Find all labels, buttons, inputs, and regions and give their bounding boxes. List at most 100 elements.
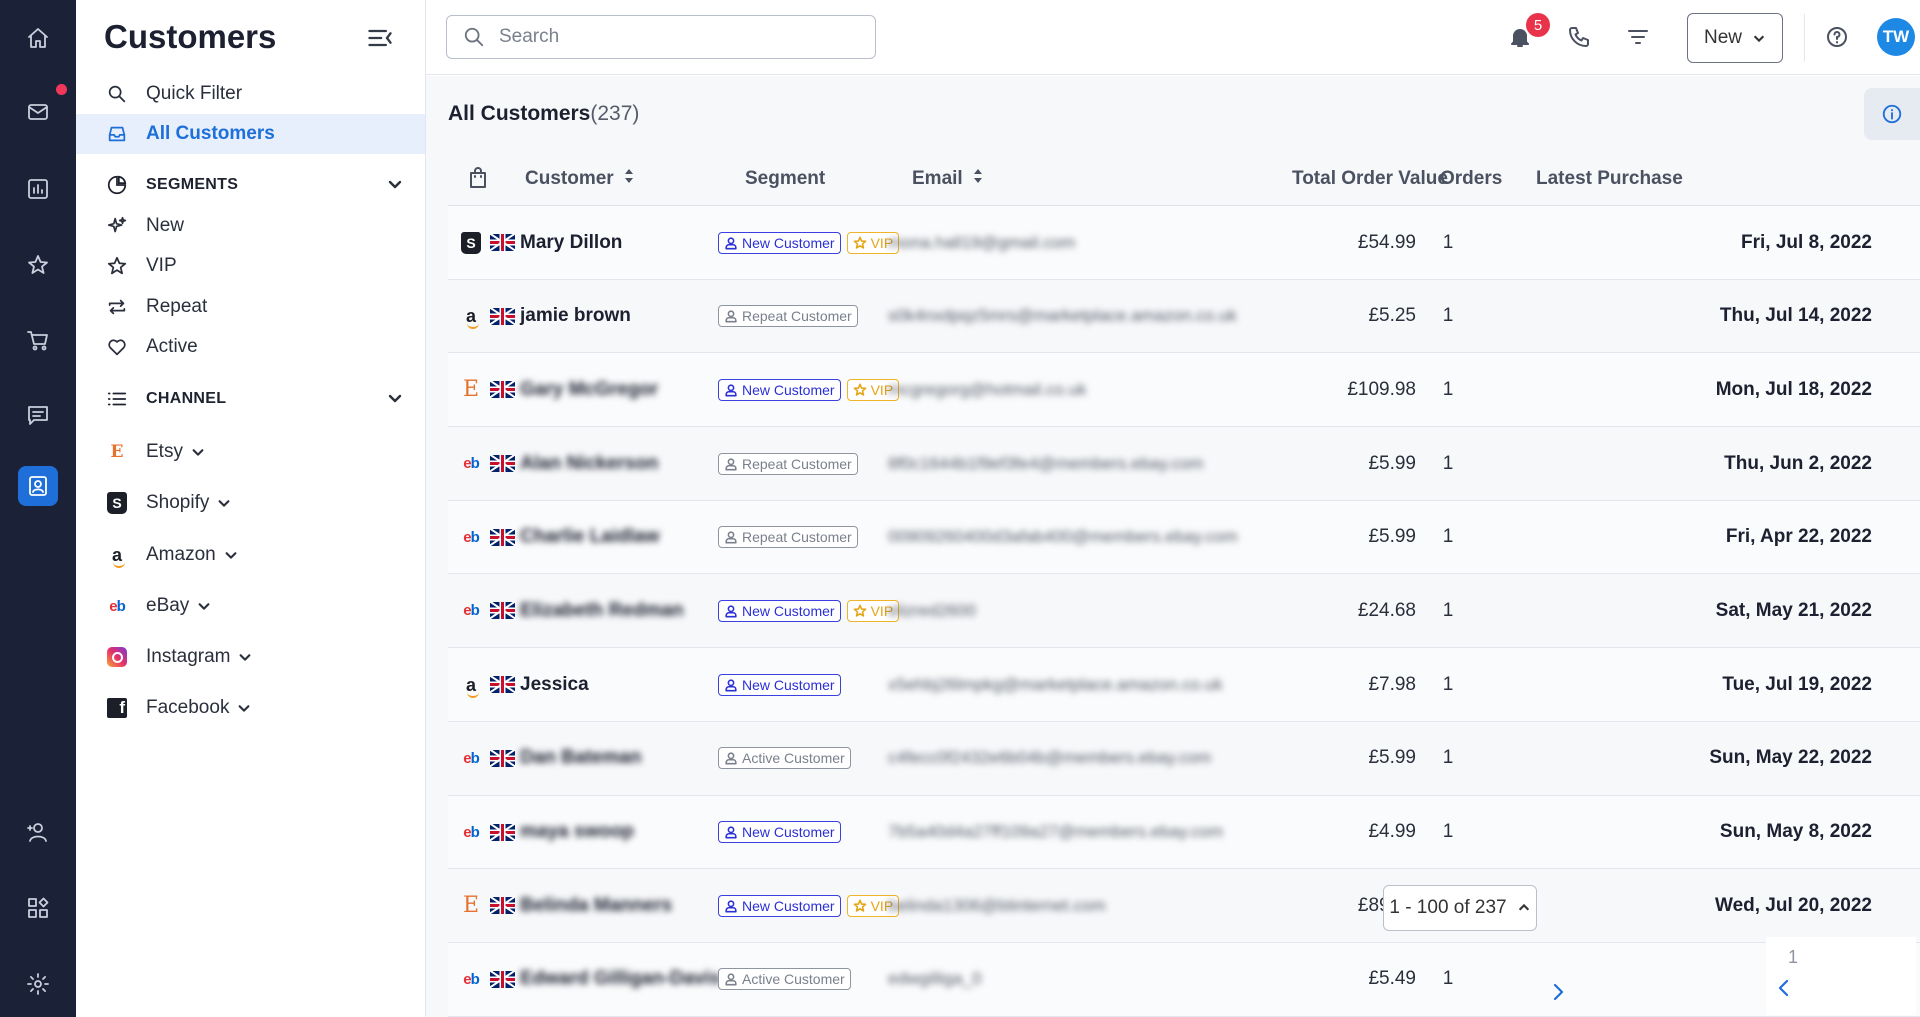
- customer-name[interactable]: Elizabeth Redman: [520, 574, 684, 647]
- latest-purchase: Fri, Apr 22, 2022: [1725, 526, 1872, 548]
- favorites-button[interactable]: [18, 245, 58, 285]
- row-channel: E: [460, 869, 482, 942]
- sort-icon: [973, 169, 982, 183]
- search-input[interactable]: [499, 26, 859, 48]
- notification-dot: [56, 84, 67, 95]
- mail-button[interactable]: [18, 92, 58, 132]
- channel-item-shopify[interactable]: S Shopify: [76, 483, 425, 523]
- total-order-value: £54.99: [1357, 231, 1416, 253]
- filter-button[interactable]: [1621, 20, 1655, 54]
- home-button[interactable]: [18, 18, 58, 58]
- info-button[interactable]: [1864, 88, 1920, 140]
- customer-email: 00909260400d3afab400@members.ebay.com: [888, 527, 1238, 547]
- uk-flag-icon: [490, 602, 515, 620]
- customer-name[interactable]: Mary Dillon: [520, 206, 622, 279]
- channel-label: Etsy: [146, 441, 183, 462]
- orders-button[interactable]: [18, 320, 58, 360]
- settings-icon: [27, 973, 49, 995]
- segment-tag: New Customer: [718, 599, 841, 622]
- previous-page-button[interactable]: [1774, 973, 1794, 1003]
- table-row[interactable]: eb Alan Nickerson Repeat Customer 8f0c1644b…: [448, 427, 1920, 501]
- table-row[interactable]: eb Charlie Laidlaw Repeat Customer 00909260…: [448, 500, 1920, 575]
- row-segment: New Customer: [718, 796, 841, 869]
- row-country: [490, 943, 515, 1016]
- user-avatar[interactable]: TW: [1877, 18, 1915, 56]
- apps-button[interactable]: [18, 888, 58, 928]
- table-row[interactable]: E Belinda Manners New Customer VIP belinda13…: [448, 869, 1920, 943]
- mail-icon: [28, 104, 48, 120]
- search-box[interactable]: [446, 15, 876, 59]
- next-page-button[interactable]: [1548, 977, 1568, 1007]
- channel-item-etsy[interactable]: E Etsy: [76, 432, 425, 472]
- sidebar-item-segment-vip[interactable]: VIP: [76, 246, 425, 286]
- row-country: [490, 722, 515, 795]
- row-country: [490, 280, 515, 353]
- table-row[interactable]: E Gary McGregor New Customer VIP mcgregorg@h…: [448, 353, 1920, 428]
- sidebar-item-segment-active[interactable]: Active: [76, 327, 425, 367]
- customer-name[interactable]: Jessica: [520, 648, 589, 721]
- column-header-email[interactable]: Email: [912, 168, 983, 190]
- settings-button[interactable]: [18, 964, 58, 1004]
- customer-email: 7b5a40d4a27ff109a27@members.ebay.com: [888, 822, 1224, 841]
- table-row[interactable]: eb Edward Gilligan-Davis Active Customer ed…: [448, 942, 1920, 1017]
- channel-item-ebay[interactable]: eb eBay: [76, 586, 425, 626]
- user-icon: [725, 752, 737, 765]
- help-button[interactable]: [1820, 20, 1854, 54]
- latest-purchase: Sun, May 8, 2022: [1719, 821, 1872, 842]
- segment-tag: New Customer: [718, 894, 841, 917]
- chevron-down-icon: [388, 180, 402, 189]
- chevron-down-icon: [239, 705, 250, 712]
- customer-name[interactable]: Dan Bateman: [520, 722, 641, 795]
- row-channel: a: [460, 280, 482, 353]
- table-row[interactable]: S Mary Dillon New Customer VIP mona.hall19@g…: [448, 206, 1920, 280]
- add-user-button[interactable]: [18, 812, 58, 852]
- table-row[interactable]: eb maya swoop New Customer 7b5a40d4a27ff109…: [448, 795, 1920, 870]
- customer-name[interactable]: jamie brown: [520, 280, 631, 353]
- page-range-selector[interactable]: 1 - 100 of 237: [1383, 885, 1537, 931]
- column-header-latest[interactable]: Latest Purchase: [1536, 168, 1683, 190]
- customer-name[interactable]: maya swoop: [520, 796, 634, 869]
- table-row[interactable]: eb Dan Bateman Active Customer c4fecc0f2432…: [448, 721, 1920, 796]
- collapse-sidebar-button[interactable]: [366, 24, 396, 54]
- customer-name[interactable]: Alan Nickerson: [520, 427, 658, 500]
- segments-section-header[interactable]: SEGMENTS: [76, 168, 425, 202]
- channel-item-instagram[interactable]: Instagram: [76, 637, 425, 677]
- table-row[interactable]: eb Elizabeth Redman New Customer VIP elizred…: [448, 574, 1920, 649]
- table-row[interactable]: a Jessica New Customer x5ehbj26lmpkg@market…: [448, 648, 1920, 722]
- table-row[interactable]: a jamie brown Repeat Customer s0k4nxdpqz5mr…: [448, 279, 1920, 354]
- reports-button[interactable]: [18, 169, 58, 209]
- latest-purchase: Tue, Jul 19, 2022: [1722, 673, 1872, 695]
- customer-name[interactable]: Edward Gilligan-Davis: [520, 943, 721, 1016]
- sidebar-title: Customers: [104, 18, 277, 55]
- sidebar-item-segment-repeat[interactable]: Repeat: [76, 287, 425, 327]
- row-segment: New Customer VIP: [718, 353, 900, 426]
- channel-item-amazon[interactable]: a Amazon: [76, 535, 425, 575]
- select-all-button[interactable]: [466, 166, 490, 196]
- channel-item-facebook[interactable]: f Facebook: [76, 688, 425, 728]
- chevron-down-icon: [388, 394, 402, 403]
- customer-email: belinda1306@btinternet.com: [888, 895, 1106, 915]
- customer-name[interactable]: Belinda Manners: [520, 869, 672, 942]
- new-dropdown-button[interactable]: New: [1687, 13, 1783, 63]
- order-count: 1: [1442, 526, 1454, 548]
- customer-name[interactable]: Charlie Laidlaw: [520, 501, 659, 574]
- row-segment: Active Customer: [718, 943, 851, 1016]
- sidebar-item-segment-new[interactable]: New: [76, 206, 425, 246]
- customer-name[interactable]: Gary McGregor: [520, 353, 658, 426]
- row-segment: New Customer VIP: [718, 869, 900, 942]
- column-header-orders[interactable]: Orders: [1440, 168, 1502, 190]
- sidebar-item-all-customers[interactable]: All Customers: [76, 114, 425, 154]
- user-icon: [725, 384, 737, 397]
- phone-icon: [1569, 27, 1589, 47]
- customers-button[interactable]: [18, 466, 58, 506]
- column-header-customer[interactable]: Customer: [525, 168, 634, 190]
- channel-section-header[interactable]: CHANNEL: [76, 382, 425, 416]
- sidebar-item-quick-filter[interactable]: Quick Filter: [76, 74, 425, 114]
- column-header-total[interactable]: Total Order Value: [1292, 168, 1448, 190]
- customer-email: x5ehbj26lmpkg@marketplace.amazon.co.uk: [888, 674, 1223, 694]
- sidebar-item-label: Repeat: [146, 296, 208, 317]
- segment-tag: New Customer: [718, 378, 841, 401]
- call-button[interactable]: [1562, 20, 1596, 54]
- messages-button[interactable]: [18, 395, 58, 435]
- ebay-icon: eb: [463, 455, 480, 473]
